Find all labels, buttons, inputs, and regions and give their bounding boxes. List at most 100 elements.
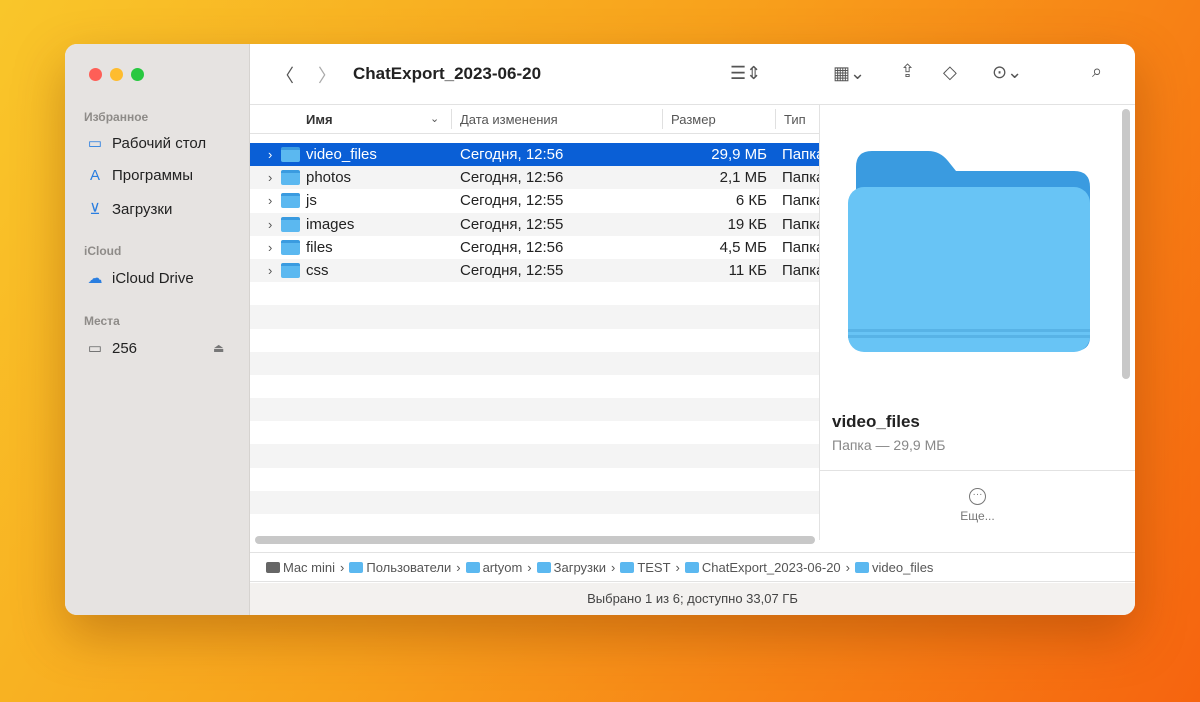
path-separator-icon: › [340,559,345,575]
tag-icon[interactable]: ◇ [943,62,957,83]
vertical-scrollbar[interactable] [1122,109,1130,379]
sidebar-item-icloud-drive[interactable]: ☁ iCloud Drive [86,269,194,288]
path-separator-icon: › [845,559,850,575]
file-name: photos [306,169,352,187]
path-item[interactable]: Загрузки [536,560,606,575]
table-row[interactable]: › js Сегодня, 12:55 6 КБ Папка [250,189,824,212]
sidebar-item-label: Рабочий стол [112,134,207,152]
disclosure-chevron-icon[interactable]: › [268,263,272,278]
file-date: Сегодня, 12:56 [460,146,564,163]
file-list: Имя ⌄ Дата изменения Размер Тип › video_f… [250,105,824,544]
sidebar-item-downloads[interactable]: ⊻ Загрузки [86,200,173,219]
empty-row [250,329,819,352]
share-icon[interactable]: ⇪ [900,61,915,82]
sidebar-item-label: Программы [112,167,194,184]
window-controls [89,68,144,81]
folder-icon [536,561,551,573]
sidebar-item-desktop[interactable]: ▭ Рабочий стол [86,134,207,153]
folder-icon [281,193,300,209]
disclosure-chevron-icon[interactable]: › [268,240,272,255]
eject-icon[interactable]: ⏏ [213,341,224,355]
sidebar-section-favorites: Избранное [84,110,149,124]
finder-window: Избранное ▭ Рабочий стол A Программы ⊻ Загр… [65,44,1135,615]
empty-row [250,351,819,375]
disclosure-chevron-icon[interactable]: › [268,170,272,185]
file-size: 19 КБ [727,215,767,233]
disk-icon: ▭ [87,340,103,357]
empty-row [250,421,819,444]
table-row[interactable]: › files Сегодня, 12:56 4,5 МБ Папка [250,236,824,259]
group-icon[interactable]: ▦⌄ [833,63,865,84]
file-name: files [306,238,333,256]
folder-icon [281,170,300,186]
list-view-icon[interactable]: ☰⇕ [730,63,761,84]
file-date: Сегодня, 12:55 [460,192,564,210]
file-name: images [306,215,355,233]
sort-chevron-icon: ⌄ [430,113,440,125]
more-button[interactable]: ··· Еще... [819,470,1135,540]
sidebar-item-applications[interactable]: A Программы [86,167,193,184]
table-row[interactable]: › css Сегодня, 12:55 11 КБ Папка [250,258,824,283]
folder-preview-icon [848,151,1090,352]
more-actions-icon[interactable]: ⊙⌄ [992,62,1022,83]
apps-icon: A [89,167,100,184]
empty-row [250,490,819,514]
computer-icon [266,561,280,573]
more-label: Еще... [960,509,995,523]
disclosure-chevron-icon[interactable]: › [268,147,272,162]
path-separator-icon: › [527,559,532,575]
path-item[interactable]: Пользователи [349,560,451,575]
file-name: js [306,192,317,210]
disclosure-chevron-icon[interactable]: › [268,193,272,208]
empty-row [250,282,819,305]
ellipsis-circle-icon: ··· [969,488,986,505]
path-item-label: artyom [482,559,523,575]
file-size: 11 КБ [728,261,767,279]
path-item-label: ChatExport_2023-06-20 [701,559,841,575]
horizontal-scrollbar[interactable] [255,536,815,544]
file-date: Сегодня, 12:56 [460,169,564,187]
forward-icon[interactable]: 〉 [318,62,336,88]
column-date[interactable]: Дата изменения [460,112,558,127]
cloud-icon: ☁ [87,270,103,287]
folder-icon [281,239,300,255]
file-size: 2,1 МБ [719,169,767,187]
zoom-button[interactable] [131,68,144,81]
column-kind[interactable]: Тип [784,112,806,127]
toolbar: 〈 〉 ChatExport_2023-06-20 ☰⇕ ▦⌄ ⇪ ◇ ⊙⌄ ⌕ [250,44,1135,105]
minimize-button[interactable] [110,68,123,81]
file-size: 29,9 МБ [711,146,767,163]
disclosure-chevron-icon[interactable]: › [268,217,272,232]
sidebar-item-disk[interactable]: ▭ 256 [86,339,138,358]
downloads-icon: ⊻ [89,201,101,218]
table-row[interactable]: › images Сегодня, 12:55 19 КБ Папка [250,212,824,236]
file-date: Сегодня, 12:56 [460,238,564,256]
sidebar: Избранное ▭ Рабочий стол A Программы ⊻ Загр… [65,44,250,615]
path-separator-icon: › [610,559,616,575]
path-separator-icon: › [456,559,461,575]
desktop-icon: ▭ [87,135,103,152]
column-size[interactable]: Размер [671,112,716,127]
file-size: 6 КБ [735,192,767,210]
close-button[interactable] [89,68,102,81]
empty-row [250,305,819,329]
sidebar-item-label: 256 [112,339,138,357]
sidebar-item-label: iCloud Drive [112,269,194,287]
file-size: 4,5 МБ [719,238,767,256]
sidebar-item-label: Загрузки [112,200,173,218]
empty-row [250,444,819,468]
table-row[interactable]: › video_files Сегодня, 12:56 29,9 МБ Папка [250,143,824,167]
path-item[interactable]: TEST [620,560,671,575]
back-icon[interactable]: 〈 [276,62,294,88]
sidebar-section-locations: Места [84,314,120,328]
path-item[interactable]: video_files [855,560,933,575]
column-name[interactable]: Имя [306,112,333,127]
sidebar-section-icloud: iCloud [84,244,122,258]
path-item[interactable]: Mac mini [266,560,335,575]
folder-icon [349,561,364,573]
path-item[interactable]: ChatExport_2023-06-20 [684,559,841,575]
folder-icon [684,561,699,573]
table-row[interactable]: › photos Сегодня, 12:56 2,1 МБ Папка [250,166,824,190]
path-item[interactable]: artyom [465,559,523,575]
search-icon[interactable]: ⌕ [1092,61,1102,82]
